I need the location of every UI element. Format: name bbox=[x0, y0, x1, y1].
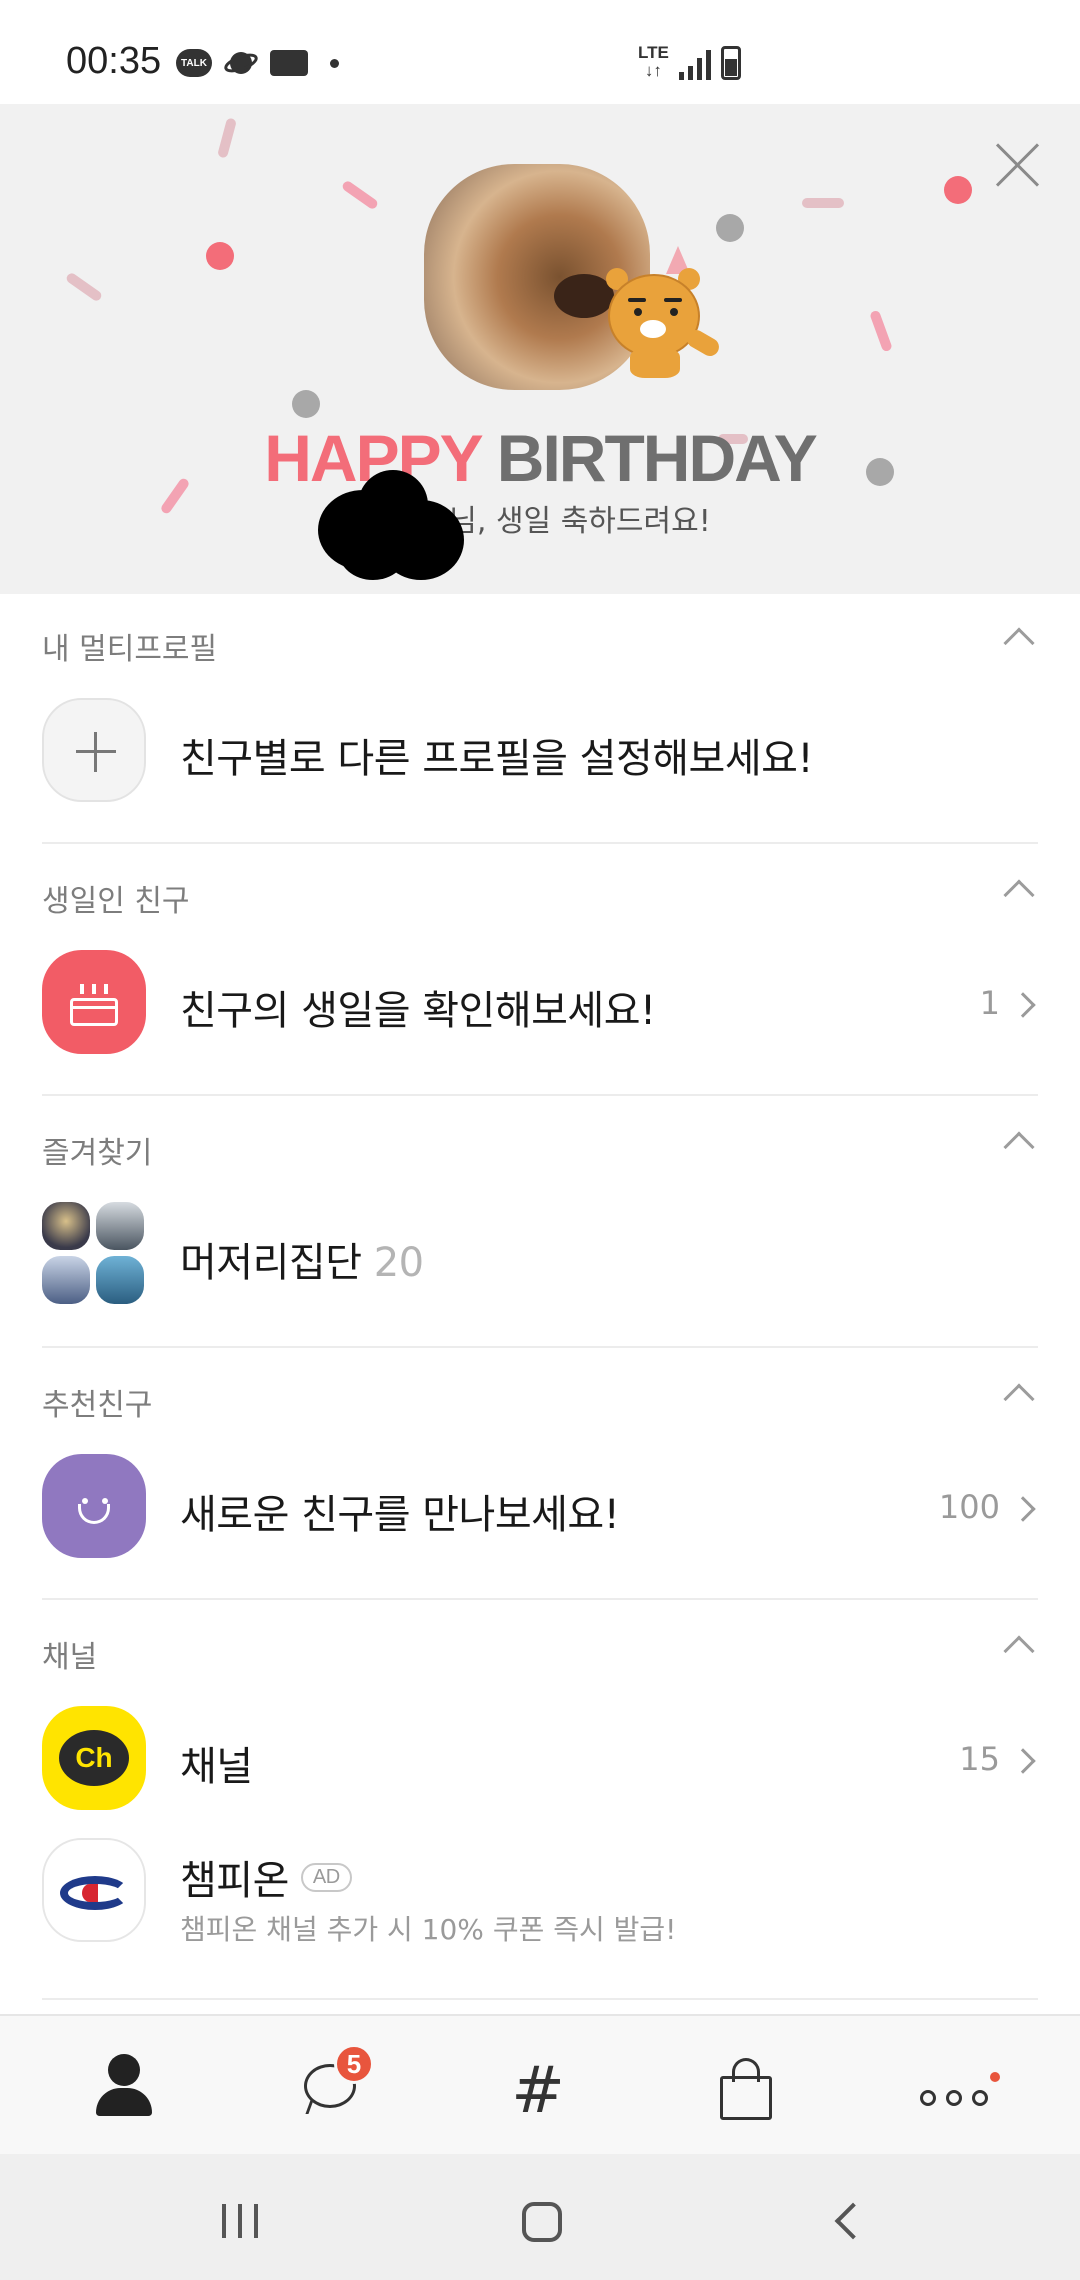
group-member-photo bbox=[96, 1256, 144, 1304]
title-birthday: BIRTHDAY bbox=[496, 421, 818, 495]
section-title: 내 멀티프로필 bbox=[42, 632, 218, 667]
plus-icon bbox=[42, 698, 146, 802]
ad-badge: AD bbox=[300, 1862, 352, 1892]
confetti bbox=[869, 309, 893, 353]
section-header[interactable]: 내 멀티프로필 bbox=[42, 594, 1038, 684]
confetti bbox=[802, 198, 844, 208]
row-label: 머저리집단 20 bbox=[180, 1230, 424, 1288]
status-time: 00:35 bbox=[66, 40, 162, 82]
section-title: 즐겨찾기 bbox=[42, 1136, 153, 1171]
system-icons: LTE ↓↑ bbox=[638, 44, 741, 80]
channel-icon: Ch bbox=[42, 1706, 146, 1810]
recent-apps-icon[interactable] bbox=[222, 2204, 258, 2238]
channel-icon-text: Ch bbox=[59, 1730, 129, 1786]
battery-icon bbox=[720, 46, 741, 80]
row-label: 친구의 생일을 확인해보세요! bbox=[180, 988, 656, 1034]
section-header[interactable]: 추천친구 bbox=[42, 1350, 1038, 1440]
confetti bbox=[206, 242, 234, 270]
confetti bbox=[716, 214, 744, 242]
section-title: 채널 bbox=[42, 1640, 98, 1675]
network-type: LTE ↓↑ bbox=[638, 43, 669, 80]
ryan-character-icon bbox=[600, 246, 723, 382]
recommended-row[interactable]: 새로운 친구를 만나보세요! 100 bbox=[42, 1444, 1038, 1564]
chevron-right-icon bbox=[1010, 1748, 1036, 1774]
planet-icon bbox=[224, 46, 258, 80]
row-label: 친구별로 다른 프로필을 설정해보세요! bbox=[180, 736, 813, 782]
hashtag-icon: # bbox=[511, 2054, 565, 2128]
confetti bbox=[216, 117, 238, 159]
friends-list[interactable]: 내 멀티프로필 친구별로 다른 프로필을 설정해보세요! 생일인 친구 친구의 … bbox=[0, 594, 1080, 2014]
chevron-up-icon[interactable] bbox=[1003, 1383, 1035, 1415]
multiprofile-row[interactable]: 친구별로 다른 프로필을 설정해보세요! bbox=[42, 688, 1038, 808]
section-title: 생일인 친구 bbox=[42, 884, 190, 919]
smile-icon bbox=[42, 1454, 146, 1558]
divider bbox=[42, 1346, 1038, 1348]
confetti bbox=[944, 176, 972, 204]
section-header[interactable]: 채널 bbox=[42, 1602, 1038, 1692]
section-header[interactable]: 즐겨찾기 bbox=[42, 1098, 1038, 1188]
chevron-right-icon bbox=[1010, 1496, 1036, 1522]
divider bbox=[42, 1998, 1038, 2000]
favorite-group-row[interactable]: 머저리집단 20 bbox=[42, 1192, 1038, 1312]
birthday-title: HAPPY BIRTHDAY bbox=[0, 420, 1080, 496]
chevron-up-icon[interactable] bbox=[1003, 627, 1035, 659]
bottom-tab-bar: 5 # bbox=[0, 2014, 1080, 2154]
chevron-up-icon[interactable] bbox=[1003, 879, 1035, 911]
row-label: 채널 bbox=[180, 1744, 253, 1790]
tab-chats[interactable]: 5 bbox=[290, 2044, 374, 2130]
channel-row[interactable]: Ch 채널 15 bbox=[42, 1696, 1038, 1816]
signal-icon bbox=[678, 50, 711, 80]
back-icon[interactable] bbox=[834, 2202, 872, 2240]
tab-friends[interactable] bbox=[84, 2050, 164, 2130]
talk-icon: TALK bbox=[176, 49, 212, 77]
section-title: 추천친구 bbox=[42, 1388, 153, 1423]
confetti bbox=[64, 271, 104, 303]
birthday-subtitle: 님, 생일 축하드려요! bbox=[449, 504, 711, 539]
group-name: 머저리집단 bbox=[180, 1240, 362, 1286]
channel-count: 15 bbox=[959, 1740, 1000, 1778]
confetti bbox=[292, 390, 320, 418]
group-member-photo bbox=[42, 1202, 90, 1250]
recommended-count: 100 bbox=[938, 1488, 1000, 1526]
row-label: 새로운 친구를 만나보세요! bbox=[180, 1492, 620, 1538]
status-bar: 00:35 TALK LTE ↓↑ bbox=[0, 0, 1080, 104]
more-icon bbox=[920, 2090, 988, 2106]
group-member-photo bbox=[42, 1256, 90, 1304]
ad-channel-name: 챔피온 AD bbox=[180, 1848, 352, 1906]
birthday-banner[interactable]: HAPPY BIRTHDAY 님, 생일 축하드려요! bbox=[0, 104, 1080, 594]
divider bbox=[42, 1094, 1038, 1096]
group-member-photo bbox=[96, 1202, 144, 1250]
cake-icon bbox=[42, 950, 146, 1054]
tab-view[interactable]: # bbox=[498, 2050, 578, 2130]
redaction-blot bbox=[318, 460, 466, 580]
divider bbox=[42, 1598, 1038, 1600]
home-icon[interactable] bbox=[522, 2202, 562, 2242]
confetti bbox=[340, 179, 380, 211]
group-member-count: 20 bbox=[373, 1240, 424, 1286]
chevron-right-icon bbox=[1010, 992, 1036, 1018]
tab-shopping[interactable] bbox=[706, 2050, 786, 2130]
new-dot bbox=[990, 2072, 1000, 2082]
card-icon bbox=[270, 50, 308, 76]
section-header[interactable]: 생일인 친구 bbox=[42, 846, 1038, 936]
close-icon[interactable] bbox=[992, 140, 1042, 190]
tab-more[interactable] bbox=[916, 2050, 1000, 2130]
system-nav-bar bbox=[0, 2154, 1080, 2280]
group-avatar bbox=[42, 1202, 146, 1306]
champion-logo-icon bbox=[42, 1838, 146, 1942]
chevron-up-icon[interactable] bbox=[1003, 1635, 1035, 1667]
chevron-up-icon[interactable] bbox=[1003, 1131, 1035, 1163]
notification-icons: TALK bbox=[176, 46, 339, 80]
birthday-row[interactable]: 친구의 생일을 확인해보세요! 1 bbox=[42, 940, 1038, 1060]
more-notifications-icon bbox=[330, 58, 339, 68]
divider bbox=[42, 842, 1038, 844]
chat-unread-badge: 5 bbox=[334, 2044, 374, 2084]
ad-channel-description: 챔피온 채널 추가 시 10% 쿠폰 즉시 발급! bbox=[180, 1913, 677, 1946]
ad-channel-row[interactable]: 챔피온 AD 챔피온 채널 추가 시 10% 쿠폰 즉시 발급! bbox=[42, 1828, 1038, 1958]
birthday-count: 1 bbox=[979, 984, 1000, 1022]
